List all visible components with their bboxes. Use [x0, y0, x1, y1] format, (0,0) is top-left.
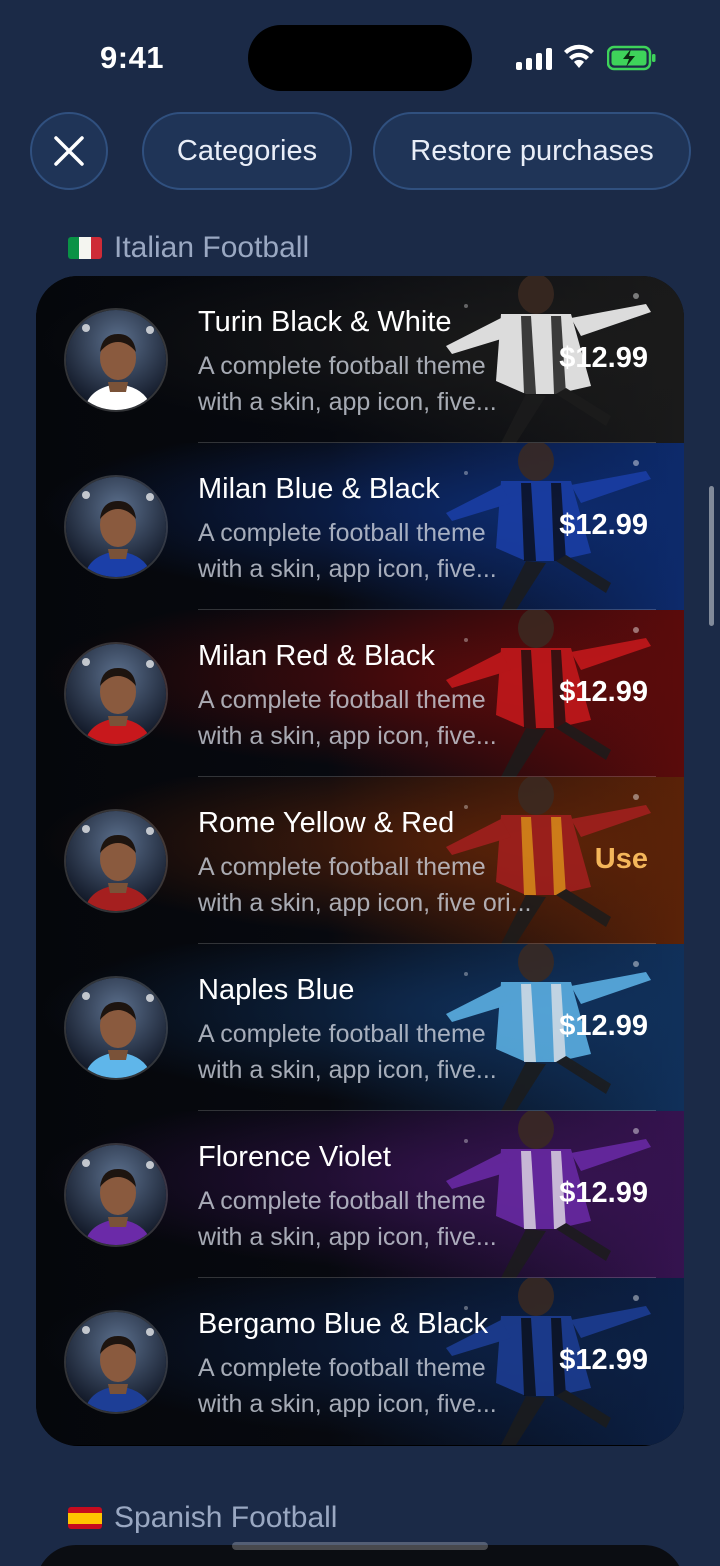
theme-row[interactable]: Rome Yellow & Red A complete football th… — [36, 777, 684, 944]
theme-description-line: A complete football theme — [198, 1187, 486, 1215]
theme-description-line: with a skin, app icon, five... — [198, 1223, 497, 1251]
theme-description: A complete football theme with a skin, a… — [198, 515, 538, 587]
status-bar: 9:41 — [0, 0, 720, 110]
theme-description: A complete football theme with a skin, a… — [198, 348, 538, 420]
player-avatar — [64, 475, 168, 579]
player-avatar — [64, 976, 168, 1080]
categories-button[interactable]: Categories — [142, 112, 352, 190]
price-button[interactable]: $12.99 — [559, 1344, 648, 1377]
home-indicator — [232, 1542, 488, 1550]
use-button[interactable]: Use — [595, 843, 648, 876]
theme-description-line: with a skin, app icon, five... — [198, 722, 497, 750]
theme-title: Milan Blue & Black — [198, 473, 440, 505]
theme-title: Bergamo Blue & Black — [198, 1308, 489, 1340]
close-button[interactable] — [30, 112, 108, 190]
price-button[interactable]: $12.99 — [559, 676, 648, 709]
section-title: Spanish Football — [114, 1501, 338, 1534]
section-header-italian-football: Italian Football — [68, 228, 309, 268]
cellular-signal-icon — [516, 46, 552, 70]
dynamic-island — [248, 25, 472, 91]
price-button[interactable]: $12.99 — [559, 509, 648, 542]
theme-description-line: A complete football theme — [198, 1020, 486, 1048]
player-avatar — [64, 308, 168, 412]
theme-title: Florence Violet — [198, 1141, 391, 1173]
player-avatar — [64, 809, 168, 913]
section-title: Italian Football — [114, 231, 310, 264]
theme-description: A complete football theme with a skin, a… — [198, 1350, 538, 1422]
battery-charging-icon — [607, 45, 656, 71]
theme-description-line: A complete football theme — [198, 1354, 486, 1382]
scrollbar[interactable] — [709, 486, 714, 626]
price-button[interactable]: $12.99 — [559, 1177, 648, 1210]
theme-row[interactable]: Bergamo Blue & Black A complete football… — [36, 1278, 684, 1445]
wifi-icon — [564, 44, 594, 68]
theme-description: A complete football theme with a skin, a… — [198, 1183, 538, 1255]
theme-description-line: A complete football theme — [198, 686, 486, 714]
theme-row[interactable]: Milan Blue & Black A complete football t… — [36, 443, 684, 610]
theme-row[interactable]: Milan Red & Black A complete football th… — [36, 610, 684, 777]
theme-description: A complete football theme with a skin, a… — [198, 849, 538, 921]
spain-flag-icon — [68, 1507, 102, 1529]
theme-title: Turin Black & White — [198, 306, 452, 338]
theme-row[interactable]: Florence Violet A complete football them… — [36, 1111, 684, 1278]
restore-purchases-button[interactable]: Restore purchases — [373, 112, 691, 190]
theme-title: Milan Red & Black — [198, 640, 435, 672]
theme-title: Naples Blue — [198, 974, 355, 1006]
price-button[interactable]: $12.99 — [559, 342, 648, 375]
player-avatar — [64, 1310, 168, 1414]
theme-description-line: with a skin, app icon, five... — [198, 1390, 497, 1418]
italy-flag-icon — [68, 237, 102, 259]
theme-description-line: with a skin, app icon, five ori... — [198, 889, 532, 917]
theme-description-line: A complete football theme — [198, 519, 486, 547]
close-icon — [54, 136, 84, 166]
theme-row[interactable]: Naples Blue A complete football theme wi… — [36, 944, 684, 1111]
theme-row[interactable]: Turin Black & White A complete football … — [36, 276, 684, 443]
theme-description-line: with a skin, app icon, five... — [198, 388, 497, 416]
theme-description: A complete football theme with a skin, a… — [198, 1016, 538, 1088]
theme-description-line: with a skin, app icon, five... — [198, 1056, 497, 1084]
theme-description-line: with a skin, app icon, five... — [198, 555, 497, 583]
theme-description-line: A complete football theme — [198, 352, 486, 380]
player-avatar — [64, 642, 168, 746]
theme-title: Rome Yellow & Red — [198, 807, 455, 839]
price-button[interactable]: $12.99 — [559, 1010, 648, 1043]
status-time: 9:41 — [100, 40, 165, 75]
theme-list-card: Turin Black & White A complete football … — [36, 276, 684, 1446]
theme-description-line: A complete football theme — [198, 853, 486, 881]
section-header-spanish-football: Spanish Football — [68, 1498, 337, 1538]
player-avatar — [64, 1143, 168, 1247]
theme-description: A complete football theme with a skin, a… — [198, 682, 538, 754]
